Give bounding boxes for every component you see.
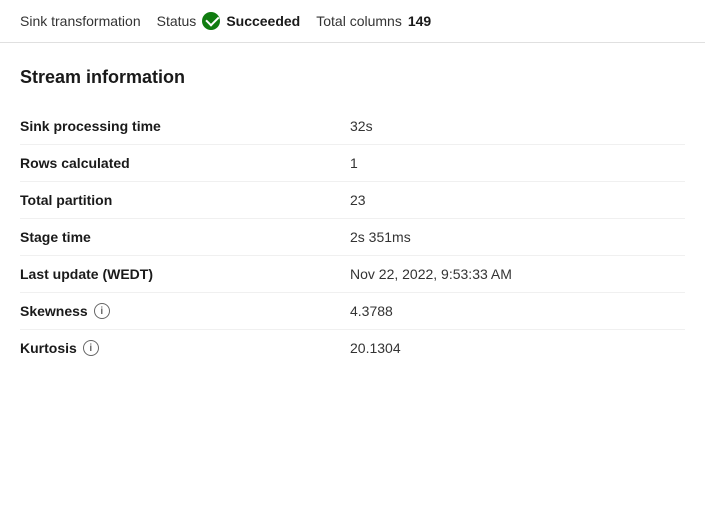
info-value: 32s <box>340 118 685 134</box>
section-title: Stream information <box>20 67 685 88</box>
sink-transformation-label: Sink transformation <box>20 13 141 29</box>
info-row: Skewnessi4.3788 <box>20 293 685 330</box>
sink-transformation-item: Sink transformation <box>20 13 141 29</box>
total-columns-label: Total columns <box>316 13 402 29</box>
info-value: 4.3788 <box>340 303 685 319</box>
info-row: Sink processing time32s <box>20 108 685 145</box>
info-row: Stage time2s 351ms <box>20 219 685 256</box>
info-value: 1 <box>340 155 685 171</box>
info-key: Sink processing time <box>20 118 340 134</box>
info-value: 20.1304 <box>340 340 685 356</box>
info-key: Kurtosisi <box>20 340 340 356</box>
info-tooltip-icon[interactable]: i <box>94 303 110 319</box>
info-key: Skewnessi <box>20 303 340 319</box>
info-table: Sink processing time32sRows calculated1T… <box>20 108 685 366</box>
info-value: 2s 351ms <box>340 229 685 245</box>
header-bar: Sink transformation Status Succeeded Tot… <box>0 0 705 43</box>
status-value: Succeeded <box>226 13 300 29</box>
info-value: 23 <box>340 192 685 208</box>
info-key: Rows calculated <box>20 155 340 171</box>
info-row: Kurtosisi20.1304 <box>20 330 685 366</box>
status-item: Status Succeeded <box>157 12 301 30</box>
status-label: Status <box>157 13 197 29</box>
info-row: Total partition23 <box>20 182 685 219</box>
info-key: Total partition <box>20 192 340 208</box>
check-circle-icon <box>202 12 220 30</box>
info-key: Last update (WEDT) <box>20 266 340 282</box>
content-area: Stream information Sink processing time3… <box>0 43 705 390</box>
info-row: Rows calculated1 <box>20 145 685 182</box>
info-key: Stage time <box>20 229 340 245</box>
total-columns-item: Total columns 149 <box>316 13 431 29</box>
info-row: Last update (WEDT)Nov 22, 2022, 9:53:33 … <box>20 256 685 293</box>
status-check-circle <box>202 12 220 30</box>
info-value: Nov 22, 2022, 9:53:33 AM <box>340 266 685 282</box>
info-tooltip-icon[interactable]: i <box>83 340 99 356</box>
total-columns-value: 149 <box>408 13 431 29</box>
